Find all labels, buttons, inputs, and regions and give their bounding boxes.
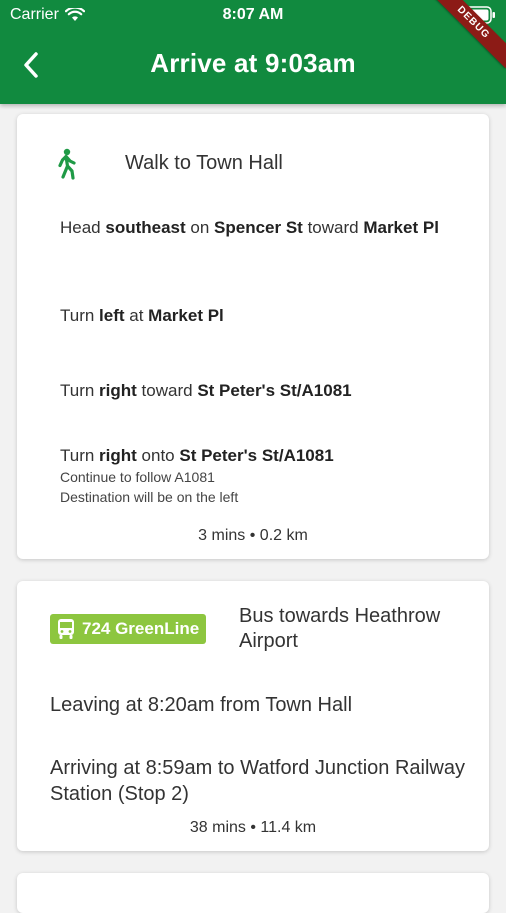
step-note: Destination will be on the left — [60, 489, 239, 505]
app-bar: Carrier 8:07 AM Arrive at 9:03am DEBUG — [0, 0, 506, 104]
step-street: St Peter's St/A1081 — [197, 381, 352, 400]
step-text: toward — [302, 218, 364, 237]
bus-direction: Bus towards Heathrow Airport — [239, 605, 441, 652]
step-direction: right — [99, 381, 137, 400]
step-note: Continue to follow A1081 — [60, 469, 215, 485]
step-text: Turn — [60, 306, 100, 325]
bus-leg-card[interactable]: 724 GreenLine Bus towards Heathrow Airpo… — [17, 581, 489, 851]
walk-step: Turn right toward St Peter's St/A1081 — [60, 379, 460, 402]
walk-step: Turn left at Market Pl — [60, 304, 460, 327]
step-text: onto — [136, 446, 180, 465]
step-street: St Peter's St/A1081 — [179, 446, 334, 465]
walk-leg-title: Walk to Town Hall — [125, 152, 283, 174]
bus-leg-summary: 38 mins • 11.4 km — [189, 819, 317, 836]
bus-icon — [58, 619, 74, 639]
bus-route-badge: 724 GreenLine — [50, 614, 207, 644]
step-text: toward — [136, 381, 198, 400]
page-title: Arrive at 9:03am — [150, 48, 356, 78]
step-text: Head — [60, 218, 106, 237]
next-leg-card[interactable] — [17, 873, 489, 913]
bus-route-label: 724 GreenLine — [82, 619, 200, 638]
bus-arrival: Arriving at 8:59am to Watford Junction R… — [50, 757, 465, 805]
step-text: at — [124, 306, 149, 325]
status-time: 8:07 AM — [222, 6, 284, 23]
step-text: on — [185, 218, 215, 237]
walk-leg-card[interactable]: Walk to Town Hall Head southeast on Spen… — [17, 114, 489, 559]
step-street: Spencer St — [214, 218, 303, 237]
walk-step: Turn right onto St Peter's St/A1081 Cont… — [60, 444, 460, 507]
walk-step: Head southeast on Spencer St toward Mark… — [60, 216, 460, 239]
step-text: Turn — [60, 446, 100, 465]
step-direction: southeast — [105, 218, 186, 237]
step-street: Market Pl — [363, 218, 439, 237]
walk-leg-summary: 3 mins • 0.2 km — [198, 527, 308, 544]
step-text: Turn — [60, 381, 100, 400]
step-direction: right — [99, 446, 137, 465]
step-street: Market Pl — [148, 306, 224, 325]
bus-departure: Leaving at 8:20am from Town Hall — [50, 694, 353, 716]
step-direction: left — [99, 306, 125, 325]
walk-icon — [58, 148, 76, 180]
